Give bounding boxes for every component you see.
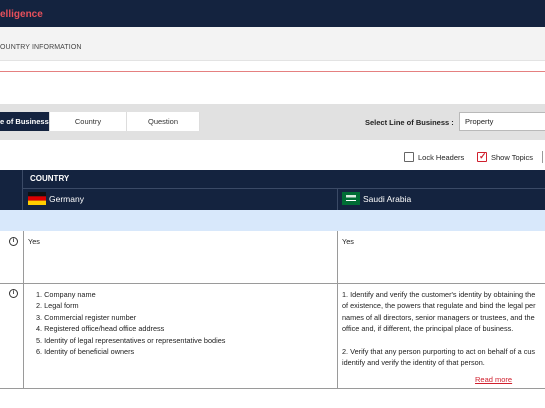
divider: [0, 71, 545, 72]
read-more-link[interactable]: Read more: [475, 375, 512, 384]
answer-germany-1: Yes: [28, 237, 40, 246]
saudi-text-line: 1. Identify and verify the customer's id…: [342, 290, 536, 299]
list-item: 2. Legal form: [36, 301, 79, 311]
breadcrumb: OUNTRY INFORMATION: [0, 44, 82, 51]
saudi-text-line: identify and verify the identity of that…: [342, 357, 485, 367]
list-item: 4. Registered office/head office address: [36, 324, 165, 334]
germany-flag-icon: [28, 192, 46, 205]
show-topics-checkbox[interactable]: [477, 151, 487, 162]
brand-logo[interactable]: elligence: [0, 9, 43, 20]
sub-header: [0, 27, 545, 61]
saudi-text-line: 2. Verify that any person purporting to …: [342, 346, 536, 356]
saudi-arabia-flag-icon: [342, 192, 360, 205]
info-icon[interactable]: i: [9, 289, 18, 298]
table-row: [0, 231, 545, 284]
top-nav-bar: elligence: [0, 0, 545, 27]
lock-headers-checkbox[interactable]: [404, 152, 414, 162]
tab-line-of-business[interactable]: e of Business: [0, 112, 50, 131]
saudi-text-line: office and, if different, the principal …: [342, 324, 514, 334]
country-name-germany: Germany: [49, 194, 84, 204]
country-column-header: COUNTRY: [30, 174, 70, 183]
germany-requirements-list: 1. Company name 2. Legal form 3. Commerc…: [36, 289, 225, 357]
country-name-saudi-arabia: Saudi Arabia: [363, 194, 412, 204]
header-divider: [23, 188, 545, 189]
lock-headers-label[interactable]: Lock Headers: [418, 153, 464, 162]
toolbar-separator: [542, 151, 543, 163]
saudi-text-line: names of all directors, senior managers …: [342, 312, 535, 322]
tab-country[interactable]: Country: [50, 112, 127, 131]
answer-saudi-1: Yes: [342, 237, 354, 246]
list-item: 6. Identity of beneficial owners: [36, 347, 135, 357]
tab-question[interactable]: Question: [127, 112, 200, 131]
list-item: 5. Identity of legal representatives or …: [36, 335, 226, 345]
show-topics-label[interactable]: Show Topics: [491, 153, 533, 162]
row-divider: [337, 231, 338, 389]
list-item: 1. Company name: [36, 290, 96, 299]
line-of-business-label: Select Line of Business :: [365, 118, 454, 127]
row-divider: [23, 231, 24, 389]
table-header: [0, 170, 545, 210]
table-header-gutter: [0, 170, 23, 210]
topic-band: [0, 210, 545, 231]
line-of-business-select[interactable]: Property: [459, 112, 545, 131]
column-divider: [337, 188, 338, 210]
list-item: 3. Commercial register number: [36, 312, 137, 322]
info-icon[interactable]: i: [9, 237, 18, 246]
saudi-text-line: of existence, the powers that regulate a…: [342, 301, 536, 311]
